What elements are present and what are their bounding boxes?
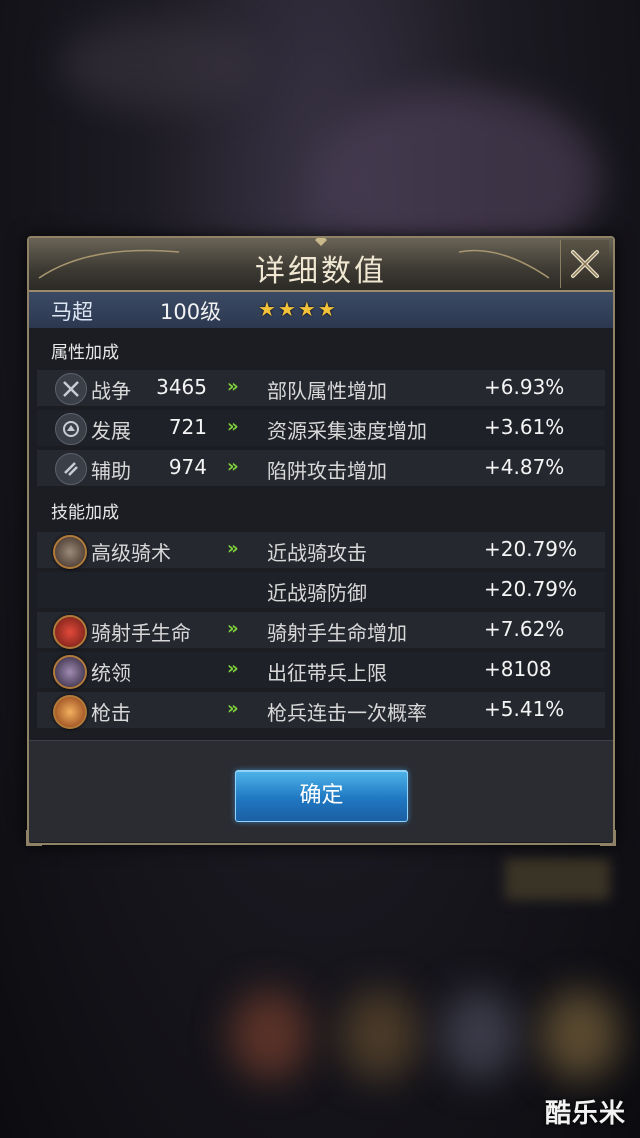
attribute-effect: 部队属性增加 xyxy=(267,379,387,403)
attribute-bonus: +3.61% xyxy=(484,415,565,439)
crossed-swords-icon xyxy=(55,373,87,405)
attribute-effect: 陷阱攻击增加 xyxy=(267,459,387,483)
skill-section-title: 技能加成 xyxy=(51,503,119,523)
detail-stats-dialog: 详细数值 马超 100级 ★ ★ ★ ★ 属性加成 战争 3465 » 部队属性… xyxy=(26,236,616,846)
skill-row: 近战骑防御 +20.79% xyxy=(29,570,613,610)
dialog-footer: 确定 xyxy=(29,740,613,842)
star-icon: ★ xyxy=(277,297,296,321)
background-hero-portrait xyxy=(440,990,520,1080)
skill-bonus: +5.41% xyxy=(484,697,565,721)
dialog-title: 详细数值 xyxy=(255,254,387,289)
attribute-row: 辅助 974 » 陷阱攻击增加 +4.87% xyxy=(29,448,613,488)
skill-effect: 出征带兵上限 xyxy=(267,661,387,685)
arrow-icon: » xyxy=(227,698,238,719)
skill-row: 统领 » 出征带兵上限 +8108 xyxy=(29,650,613,690)
close-button[interactable] xyxy=(560,240,609,288)
background-hero-portrait xyxy=(540,990,620,1080)
attribute-value: 974 xyxy=(168,455,207,479)
skill-row: 枪击 » 枪兵连击一次概率 +5.41% xyxy=(29,690,613,730)
background-button xyxy=(505,858,610,900)
skill-bonus: +7.62% xyxy=(484,617,565,641)
arrow-icon: » xyxy=(227,376,238,397)
confirm-button[interactable]: 确定 xyxy=(235,770,408,822)
background-blur xyxy=(60,20,260,110)
star-icon: ★ xyxy=(258,297,276,321)
arrow-icon: » xyxy=(227,416,238,437)
skill-bonus: +20.79% xyxy=(484,577,578,601)
attribute-value: 3465 xyxy=(156,375,207,399)
development-icon xyxy=(55,413,87,445)
skill-name: 统领 xyxy=(91,661,131,685)
dialog-title-bar: 详细数值 xyxy=(29,238,613,292)
command-skill-icon xyxy=(53,655,87,689)
skill-effect: 骑射手生命增加 xyxy=(267,621,407,645)
spear-strike-skill-icon xyxy=(53,695,87,729)
skill-name: 枪击 xyxy=(91,701,131,725)
skill-name: 骑射手生命 xyxy=(91,621,191,645)
attribute-name: 发展 xyxy=(91,419,131,443)
arrow-icon: » xyxy=(227,658,238,679)
background-hero-portrait xyxy=(340,990,420,1080)
star-icon: ★ xyxy=(297,297,316,321)
attribute-row: 战争 3465 » 部队属性增加 +6.93% xyxy=(29,368,613,408)
skill-effect: 枪兵连击一次概率 xyxy=(267,701,427,725)
attribute-bonus: +4.87% xyxy=(484,455,565,479)
close-icon xyxy=(571,250,599,278)
arrow-icon: » xyxy=(227,538,238,559)
watermark: 酷乐米 xyxy=(544,1099,626,1129)
cavalry-skill-icon xyxy=(53,535,87,569)
skill-row: 高级骑术 » 近战骑攻击 +20.79% xyxy=(29,530,613,570)
horse-archer-skill-icon xyxy=(53,615,87,649)
background-hero-portrait xyxy=(230,990,310,1080)
attribute-effect: 资源采集速度增加 xyxy=(267,419,427,443)
support-icon xyxy=(55,453,87,485)
skill-name: 高级骑术 xyxy=(91,541,171,565)
corner-ornament xyxy=(600,830,616,846)
hero-name: 马超 xyxy=(51,300,93,324)
attribute-bonus: +6.93% xyxy=(484,375,565,399)
hero-header: 马超 100级 ★ ★ ★ ★ xyxy=(29,292,613,328)
corner-ornament xyxy=(26,830,42,846)
attribute-value: 721 xyxy=(168,415,207,439)
skill-row: 骑射手生命 » 骑射手生命增加 +7.62% xyxy=(29,610,613,650)
skill-effect: 近战骑防御 xyxy=(267,581,367,605)
skill-bonus: +8108 xyxy=(484,657,552,681)
star-icon: ★ xyxy=(317,297,336,321)
arrow-icon: » xyxy=(227,456,238,477)
skill-effect: 近战骑攻击 xyxy=(267,541,367,565)
skill-bonus: +20.79% xyxy=(484,537,578,561)
attribute-name: 辅助 xyxy=(91,459,131,483)
hero-level: 100级 xyxy=(160,300,222,324)
hero-stars: ★ ★ ★ ★ xyxy=(258,297,336,321)
attribute-name: 战争 xyxy=(91,379,131,403)
attribute-section-title: 属性加成 xyxy=(51,343,119,363)
attribute-row: 发展 721 » 资源采集速度增加 +3.61% xyxy=(29,408,613,448)
arrow-icon: » xyxy=(227,618,238,639)
